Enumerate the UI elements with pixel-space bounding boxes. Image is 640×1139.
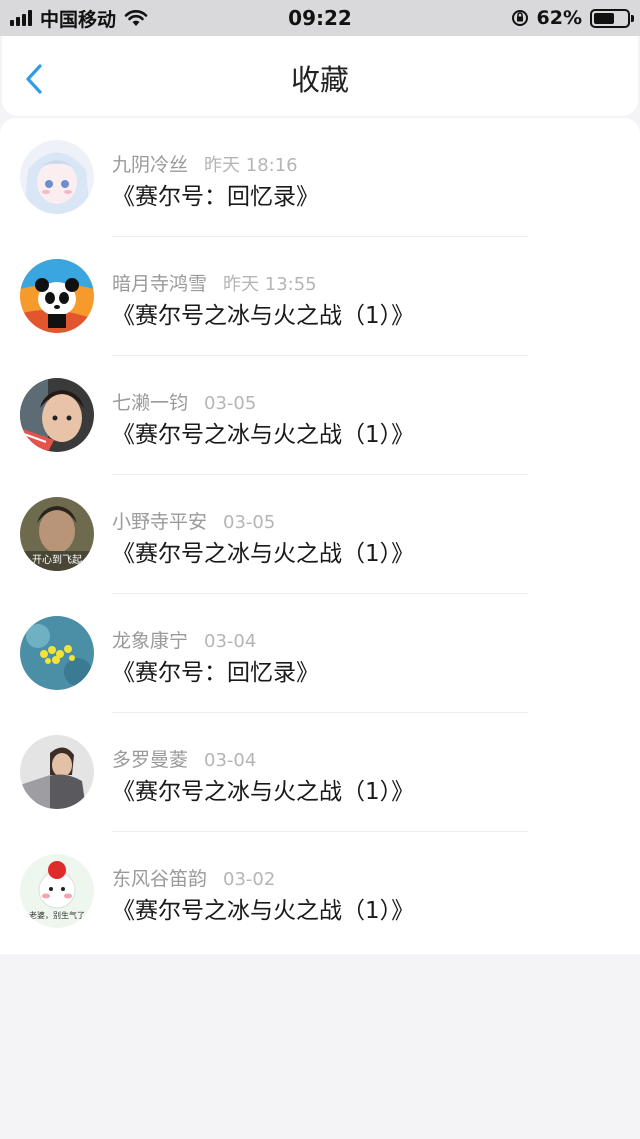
navigation-bar: 收藏 xyxy=(2,36,638,116)
author-name[interactable]: 龙象康宁 xyxy=(112,630,188,652)
author-name[interactable]: 多罗曼菱 xyxy=(112,749,188,771)
timestamp: 03-04 xyxy=(204,631,257,652)
post-title[interactable]: 《赛尔号之冰与火之战（1）》 xyxy=(112,415,414,449)
avatar-caption: 开心到飞起 xyxy=(32,554,82,566)
timestamp: 昨天 18:16 xyxy=(204,155,298,176)
battery-icon xyxy=(590,8,634,28)
post-title[interactable]: 《赛尔号之冰与火之战（1）》 xyxy=(112,296,414,330)
post-title[interactable]: 《赛尔号之冰与火之战（1）》 xyxy=(112,891,414,925)
post-title[interactable]: 《赛尔号：回忆录》 xyxy=(112,177,319,211)
author-name[interactable]: 东风谷笛韵 xyxy=(112,868,207,890)
post-title[interactable]: 《赛尔号：回忆录》 xyxy=(112,653,319,687)
list-item[interactable]: 开心到飞起 小野寺平安 03-05 《赛尔号之冰与火之战（1）》 xyxy=(0,475,640,594)
list-item[interactable]: 老婆，别生气了 东风谷笛韵 03-02 《赛尔号之冰与火之战（1）》 xyxy=(0,832,640,951)
avatar[interactable]: 老婆，别生气了 xyxy=(20,854,94,928)
timestamp: 03-02 xyxy=(223,869,276,890)
avatar[interactable] xyxy=(20,140,94,214)
avatar-caption: 老婆，别生气了 xyxy=(29,910,85,920)
list-item[interactable]: 暗月寺鸿雪 昨天 13:55 《赛尔号之冰与火之战（1）》 xyxy=(0,237,640,356)
list-item[interactable]: 九阴冷丝 昨天 18:16 《赛尔号：回忆录》 xyxy=(0,118,640,237)
list-item[interactable]: 龙象康宁 03-04 《赛尔号：回忆录》 xyxy=(0,594,640,713)
timestamp: 03-04 xyxy=(204,750,257,771)
post-title[interactable]: 《赛尔号之冰与火之战（1）》 xyxy=(112,534,414,568)
author-name[interactable]: 九阴冷丝 xyxy=(112,154,188,176)
list-item[interactable]: 多罗曼菱 03-04 《赛尔号之冰与火之战（1）》 xyxy=(0,713,640,832)
page-title: 收藏 xyxy=(290,63,349,97)
avatar[interactable] xyxy=(20,735,94,809)
timestamp: 昨天 13:55 xyxy=(223,274,317,295)
author-name[interactable]: 暗月寺鸿雪 xyxy=(112,273,207,295)
avatar[interactable] xyxy=(20,259,94,333)
avatar[interactable] xyxy=(20,378,94,452)
avatar[interactable]: 开心到飞起 xyxy=(20,497,94,571)
author-name[interactable]: 七濑一钧 xyxy=(112,392,188,414)
post-title[interactable]: 《赛尔号之冰与火之战（1）》 xyxy=(112,772,414,806)
status-bar: 中国移动 09:22 62% xyxy=(0,0,640,36)
battery-percent: 62% xyxy=(536,7,582,29)
timestamp: 03-05 xyxy=(204,393,257,414)
orientation-lock-icon xyxy=(511,10,528,26)
author-name[interactable]: 小野寺平安 xyxy=(112,511,207,533)
avatar[interactable] xyxy=(20,616,94,690)
timestamp: 03-05 xyxy=(223,512,276,533)
list-item[interactable]: 七濑一钧 03-05 《赛尔号之冰与火之战（1）》 xyxy=(0,356,640,475)
favorites-list: 九阴冷丝 昨天 18:16 《赛尔号：回忆录》 暗月寺鸿雪 昨天 13:55 《赛尔… xyxy=(0,118,640,954)
